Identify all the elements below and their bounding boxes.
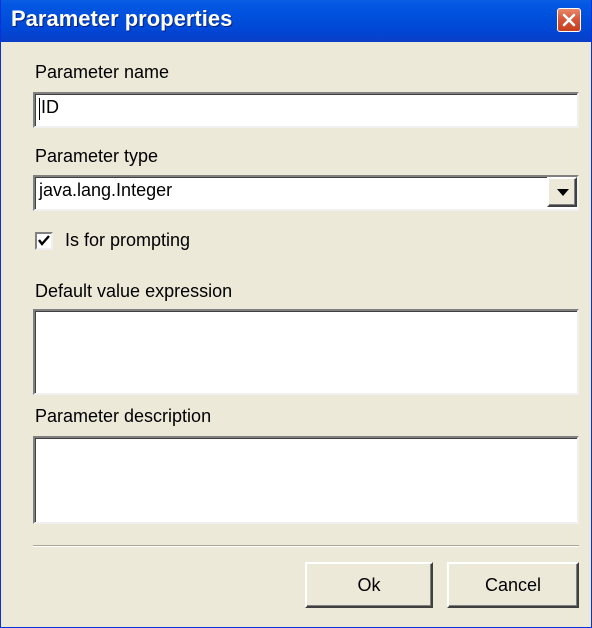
separator [33,545,579,547]
window-title: Parameter properties [11,6,233,31]
parameter-name-input[interactable]: ID [33,92,579,128]
dropdown-button[interactable] [547,177,577,207]
parameter-type-select[interactable]: java.lang.Integer [33,175,579,211]
parameter-description-label: Parameter description [35,406,212,426]
parameter-type-label: Parameter type [35,146,159,166]
parameter-type-value: java.lang.Integer [39,180,173,200]
default-value-label: Default value expression [35,281,233,301]
parameter-description-textarea[interactable] [33,436,579,524]
cancel-button[interactable]: Cancel [447,562,579,608]
parameter-name-value: ID [41,97,59,117]
chevron-down-icon [557,189,569,196]
parameter-name-label: Parameter name [35,62,170,82]
prompting-checkbox[interactable] [35,232,53,250]
ok-button[interactable]: Ok [305,562,433,608]
prompting-label[interactable]: Is for prompting [65,230,190,251]
checkmark-icon [38,235,50,246]
close-icon [562,13,576,27]
parameter-properties-dialog: Parameter properties Parameter name ID P… [0,0,592,628]
default-value-textarea[interactable] [33,309,579,395]
title-bar[interactable]: Parameter properties [1,0,591,42]
close-button[interactable] [557,8,581,32]
text-caret [39,98,40,120]
